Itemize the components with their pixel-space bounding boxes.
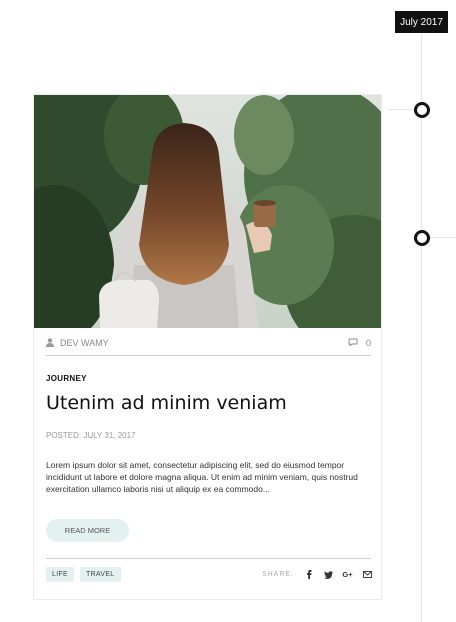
facebook-icon[interactable] bbox=[306, 570, 314, 579]
post-featured-image[interactable] bbox=[34, 95, 381, 328]
post-card: DEV WAMY 0 JOURNEY Utenim ad minim venia… bbox=[33, 94, 382, 600]
read-more-button[interactable]: READ MORE bbox=[46, 519, 129, 542]
timeline-date-label: July 2017 bbox=[400, 16, 443, 28]
post-comments-count: 0 bbox=[365, 338, 371, 348]
post-author[interactable]: DEV WAMY bbox=[46, 337, 109, 349]
timeline-line bbox=[421, 34, 422, 622]
mail-icon[interactable] bbox=[363, 571, 372, 578]
comment-icon bbox=[348, 338, 358, 348]
share-bar: SHARE: G+ bbox=[261, 570, 372, 579]
tag-travel[interactable]: TRAVEL bbox=[79, 567, 121, 582]
timeline-connector bbox=[430, 237, 456, 238]
share-label: SHARE: bbox=[261, 571, 294, 578]
post-excerpt: Lorem ipsum dolor sit amet, consectetur … bbox=[46, 460, 358, 494]
google-plus-icon[interactable]: G+ bbox=[342, 570, 353, 579]
post-title[interactable]: Utenim ad minim veniam bbox=[46, 392, 287, 414]
user-icon bbox=[46, 337, 54, 349]
post-author-name: DEV WAMY bbox=[60, 338, 109, 348]
timeline-connector bbox=[388, 109, 414, 110]
post-category[interactable]: JOURNEY bbox=[46, 374, 87, 383]
timeline-date-badge: July 2017 bbox=[395, 11, 448, 33]
twitter-icon[interactable] bbox=[324, 570, 333, 579]
tag-life[interactable]: LIFE bbox=[46, 567, 74, 582]
post-footer: LIFE TRAVEL SHARE: G+ bbox=[46, 566, 372, 583]
post-date: POSTED: JULY 31, 2017 bbox=[46, 431, 136, 440]
divider bbox=[46, 355, 371, 356]
timeline-node bbox=[414, 230, 430, 246]
post-meta: DEV WAMY 0 bbox=[46, 335, 371, 351]
post-comments[interactable]: 0 bbox=[348, 338, 371, 348]
timeline-node bbox=[414, 102, 430, 118]
divider bbox=[46, 558, 371, 559]
